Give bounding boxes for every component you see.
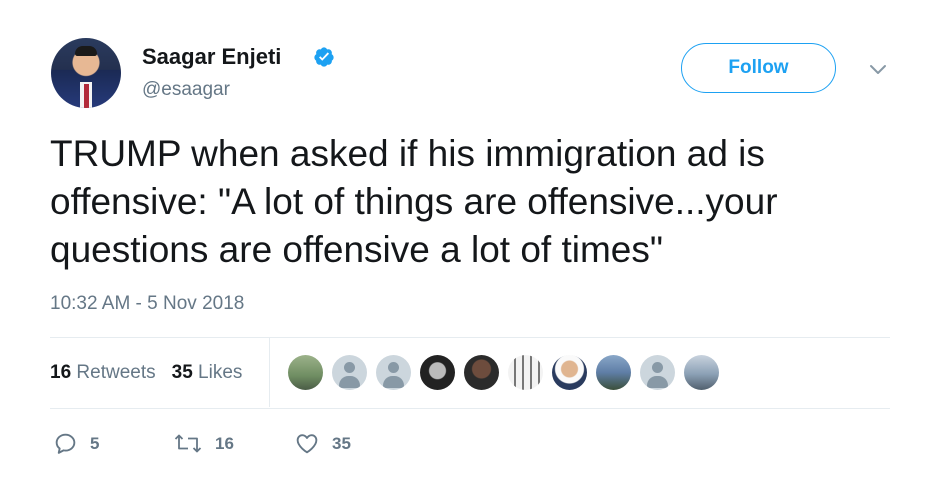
likes-stat-count: 35 xyxy=(171,362,193,383)
liker-avatar-default[interactable] xyxy=(640,355,675,390)
avatar-tie xyxy=(84,84,89,108)
like-count: 35 xyxy=(332,433,351,453)
likes-stat[interactable]: 35 Likes xyxy=(172,362,243,384)
author-avatar[interactable] xyxy=(51,38,121,108)
liker-avatar[interactable] xyxy=(464,355,499,390)
heart-icon xyxy=(296,434,318,454)
tweet-actions: 5 16 35 xyxy=(50,431,470,461)
likes-stat-label: Likes xyxy=(198,362,243,383)
liker-avatars xyxy=(288,355,719,390)
follow-button[interactable]: Follow xyxy=(681,43,836,93)
like-action[interactable]: 35 xyxy=(294,431,351,456)
tweet-timestamp[interactable]: 10:32 AM - 5 Nov 2018 xyxy=(50,293,244,315)
author-name[interactable]: Saagar Enjeti xyxy=(142,44,281,70)
engagement-stats: 16 Retweets 35 Likes xyxy=(50,362,242,384)
chevron-down-icon[interactable] xyxy=(868,63,888,77)
reply-action[interactable]: 5 xyxy=(53,431,99,456)
retweet-count: 16 xyxy=(215,433,234,453)
divider-top xyxy=(50,337,890,338)
retweets-stat-label: Retweets xyxy=(76,362,156,383)
retweets-stat-count: 16 xyxy=(50,362,72,383)
liker-avatar[interactable] xyxy=(596,355,631,390)
retweets-stat[interactable]: 16 Retweets xyxy=(50,362,156,384)
reply-count: 5 xyxy=(90,433,100,453)
liker-avatar-default[interactable] xyxy=(332,355,367,390)
divider-bottom xyxy=(50,408,890,409)
author-handle[interactable]: @esaagar xyxy=(142,79,230,101)
verified-badge-icon xyxy=(314,47,334,67)
retweet-action[interactable]: 16 xyxy=(173,431,234,456)
liker-avatar[interactable] xyxy=(288,355,323,390)
liker-avatar-default[interactable] xyxy=(376,355,411,390)
avatar-hair xyxy=(75,46,97,56)
liker-avatar[interactable] xyxy=(552,355,587,390)
retweet-icon xyxy=(174,434,202,453)
reply-icon xyxy=(55,433,76,454)
stats-divider xyxy=(269,337,270,407)
liker-avatar[interactable] xyxy=(684,355,719,390)
liker-avatar[interactable] xyxy=(420,355,455,390)
tweet-text: TRUMP when asked if his immigration ad i… xyxy=(50,133,778,270)
liker-avatar[interactable] xyxy=(508,355,543,390)
